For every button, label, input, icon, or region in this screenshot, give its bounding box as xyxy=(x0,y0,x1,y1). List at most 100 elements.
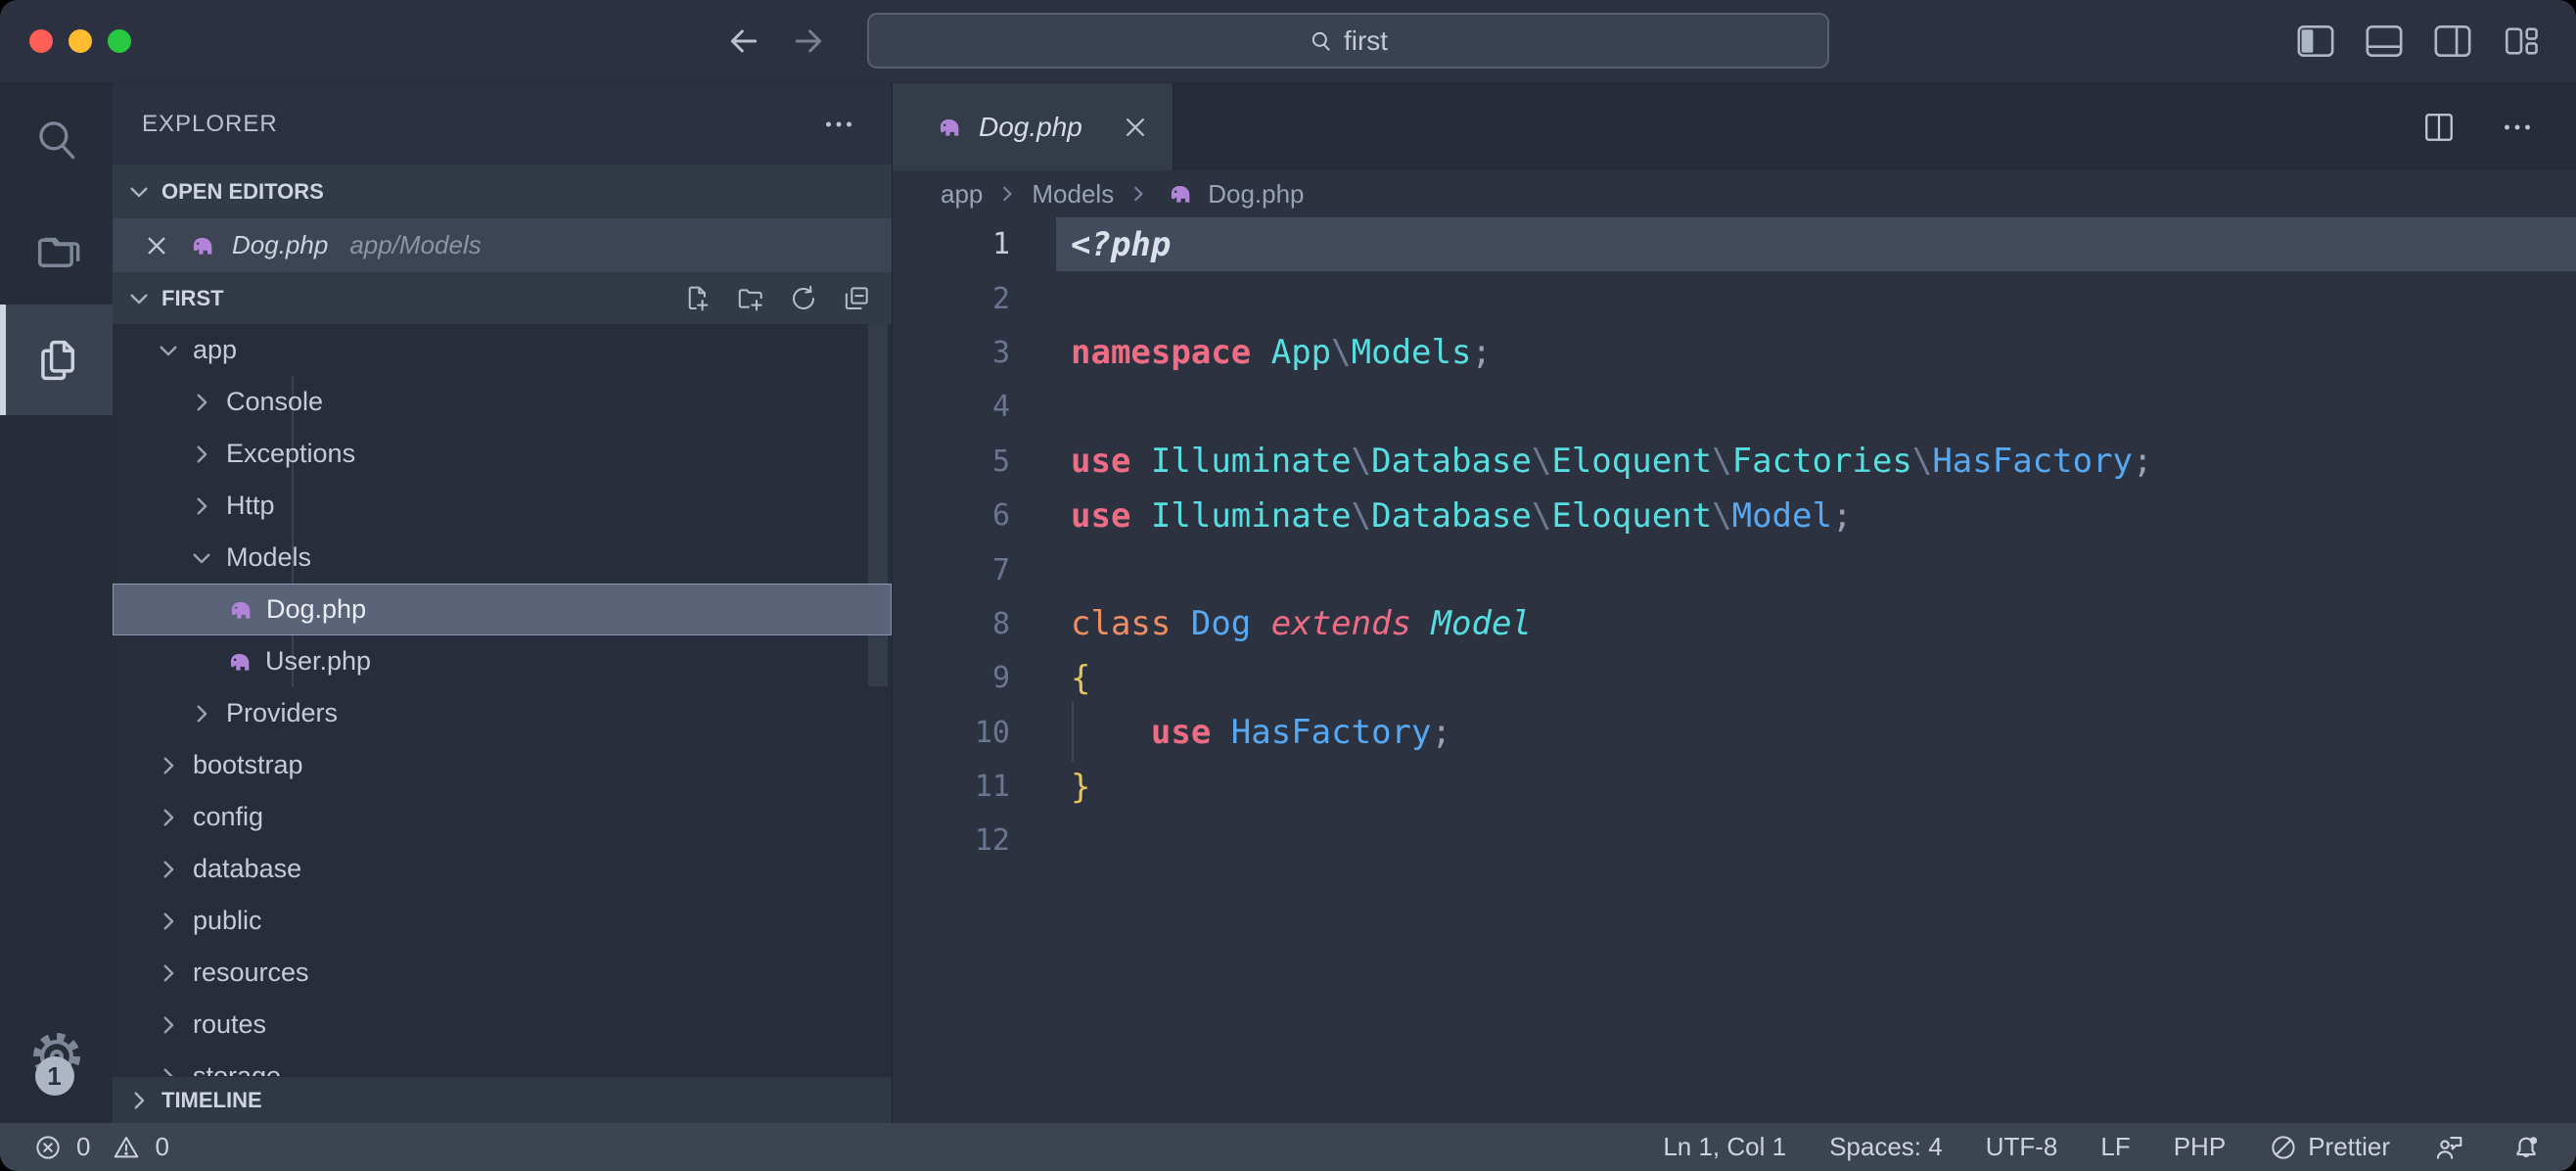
code-line[interactable]: 4 xyxy=(893,380,2576,434)
tree-item-config[interactable]: config xyxy=(113,791,892,843)
back-arrow-icon[interactable] xyxy=(724,22,763,61)
activitybar-folder[interactable] xyxy=(0,194,113,304)
workspace-header[interactable]: FIRST xyxy=(113,272,892,324)
close-window-button[interactable] xyxy=(29,29,53,53)
prettier-slash-circle[interactable]: Prettier xyxy=(2269,1132,2390,1162)
breadcrumb-item[interactable]: Models xyxy=(1032,179,1114,210)
more-actions-icon[interactable] xyxy=(2500,110,2535,145)
status-ln-1-col-1[interactable]: Ln 1, Col 1 xyxy=(1663,1132,1786,1162)
status-utf-8[interactable]: UTF-8 xyxy=(1986,1132,2058,1162)
search-icon xyxy=(32,115,81,164)
tree-item-exceptions[interactable]: Exceptions xyxy=(113,428,892,480)
breadcrumb-item[interactable]: app xyxy=(941,179,983,210)
open-editor-filepath: app/Models xyxy=(349,230,481,260)
minimize-window-button[interactable] xyxy=(69,29,92,53)
tree-item-app[interactable]: app xyxy=(113,324,892,376)
tree-item-console[interactable]: Console xyxy=(113,376,892,428)
tree-item-routes[interactable]: routes xyxy=(113,999,892,1051)
tree-item-label: app xyxy=(193,335,237,365)
tree-item-label: User.php xyxy=(265,646,371,677)
code-line[interactable]: 9{ xyxy=(893,651,2576,705)
code-line[interactable]: 11} xyxy=(893,760,2576,814)
explorer-sidebar: EXPLORER OPEN EDITORS Dog.php xyxy=(113,83,893,1123)
line-number: 10 xyxy=(893,716,1010,750)
code-line[interactable]: 7 xyxy=(893,542,2576,596)
status-lf[interactable]: LF xyxy=(2100,1132,2130,1162)
tree-item-providers[interactable]: Providers xyxy=(113,687,892,739)
tree-item-label: Providers xyxy=(226,698,338,728)
titlebar: first xyxy=(0,0,2576,82)
close-icon[interactable] xyxy=(144,233,169,258)
maximize-window-button[interactable] xyxy=(108,29,131,53)
tree-item-resources[interactable]: resources xyxy=(113,947,892,999)
code-line[interactable]: 8class Dog extends Model xyxy=(893,597,2576,651)
tree-item-label: storage xyxy=(193,1061,281,1076)
person-feedback-icon xyxy=(2433,1131,2466,1164)
code-editor[interactable]: 1 <?php 2 3namespace App\Models;45use Illum… xyxy=(893,217,2576,1123)
php-elephant-icon xyxy=(185,230,216,261)
collapse-all-icon[interactable] xyxy=(841,283,872,314)
chevron-right-icon xyxy=(156,960,181,986)
split-editor-icon[interactable] xyxy=(2421,110,2457,145)
problems-status[interactable]: 0 0 xyxy=(33,1132,169,1162)
tree-item-label: config xyxy=(193,802,263,832)
tree-item-http[interactable]: Http xyxy=(113,480,892,532)
code-line[interactable]: 6use Illuminate\Database\Eloquent\Model; xyxy=(893,489,2576,542)
line-number: 2 xyxy=(893,282,1010,316)
file-tree: app Console Exceptions HttpModelsDog.php Use… xyxy=(113,324,892,1076)
command-center-search[interactable]: first xyxy=(867,13,1829,69)
activitybar-settings[interactable]: 1 xyxy=(0,1029,113,1084)
activitybar-search[interactable] xyxy=(0,83,113,194)
php-elephant-icon xyxy=(932,112,963,143)
tree-item-public[interactable]: public xyxy=(113,895,892,947)
code-line[interactable]: 1 <?php xyxy=(893,217,2576,271)
more-actions-icon[interactable] xyxy=(821,107,856,142)
toggle-sidebar-icon[interactable] xyxy=(2296,23,2335,59)
search-value: first xyxy=(1344,25,1388,57)
tree-item-models[interactable]: Models xyxy=(113,532,892,584)
chevron-right-icon xyxy=(1127,183,1149,205)
status-spaces-4[interactable]: Spaces: 4 xyxy=(1829,1132,1943,1162)
status-bar: 0 0 Ln 1, Col 1 Spaces: 4 UTF-8 LF PHP Pretti… xyxy=(0,1123,2576,1171)
warning-count: 0 xyxy=(155,1132,168,1162)
code-line[interactable]: 12 xyxy=(893,814,2576,867)
code-text: use HasFactory; xyxy=(1071,713,1451,752)
forward-arrow-icon[interactable] xyxy=(789,22,828,61)
bell-dot[interactable] xyxy=(2509,1131,2543,1164)
open-editors-header[interactable]: OPEN EDITORS xyxy=(113,164,892,218)
new-file-icon[interactable] xyxy=(682,283,713,314)
code-line[interactable]: 5use Illuminate\Database\Eloquent\Factor… xyxy=(893,435,2576,489)
code-line[interactable]: 10 use HasFactory; xyxy=(893,706,2576,760)
code-text: <?php xyxy=(1071,225,1171,264)
customize-layout-icon[interactable] xyxy=(2502,23,2541,59)
close-icon[interactable] xyxy=(1122,114,1149,141)
refresh-icon[interactable] xyxy=(788,283,819,314)
tree-item-storage[interactable]: storage xyxy=(113,1051,892,1076)
activitybar-explorer[interactable] xyxy=(0,304,113,415)
tab-dog-php[interactable]: Dog.php xyxy=(893,83,1173,170)
tree-item-bootstrap[interactable]: bootstrap xyxy=(113,739,892,791)
line-number: 1 xyxy=(893,227,1010,261)
code-line[interactable]: 3namespace App\Models; xyxy=(893,326,2576,380)
toggle-secondary-sidebar-icon[interactable] xyxy=(2433,23,2472,59)
breadcrumb-item[interactable]: Dog.php xyxy=(1208,179,1304,210)
line-number: 7 xyxy=(893,553,1010,587)
tree-item-dog-php[interactable]: Dog.php xyxy=(113,584,892,635)
timeline-header[interactable]: TIMELINE xyxy=(113,1076,892,1123)
code-text: } xyxy=(1071,768,1090,807)
new-folder-icon[interactable] xyxy=(735,283,766,314)
tree-item-label: Exceptions xyxy=(226,439,355,469)
status-php[interactable]: PHP xyxy=(2174,1132,2226,1162)
chevron-right-icon xyxy=(126,1088,152,1113)
status-item-label: Ln 1, Col 1 xyxy=(1663,1132,1786,1162)
toggle-panel-icon[interactable] xyxy=(2365,23,2404,59)
tab-bar: Dog.php xyxy=(893,83,2576,170)
tree-item-user-php[interactable]: User.php xyxy=(113,635,892,687)
chevron-right-icon xyxy=(156,909,181,934)
status-item-label: UTF-8 xyxy=(1986,1132,2058,1162)
tree-item-database[interactable]: database xyxy=(113,843,892,895)
open-editor-item[interactable]: Dog.php app/Models xyxy=(113,218,892,272)
code-line[interactable]: 2 xyxy=(893,271,2576,325)
person-feedback[interactable] xyxy=(2433,1131,2466,1164)
php-elephant-icon xyxy=(1163,178,1194,210)
